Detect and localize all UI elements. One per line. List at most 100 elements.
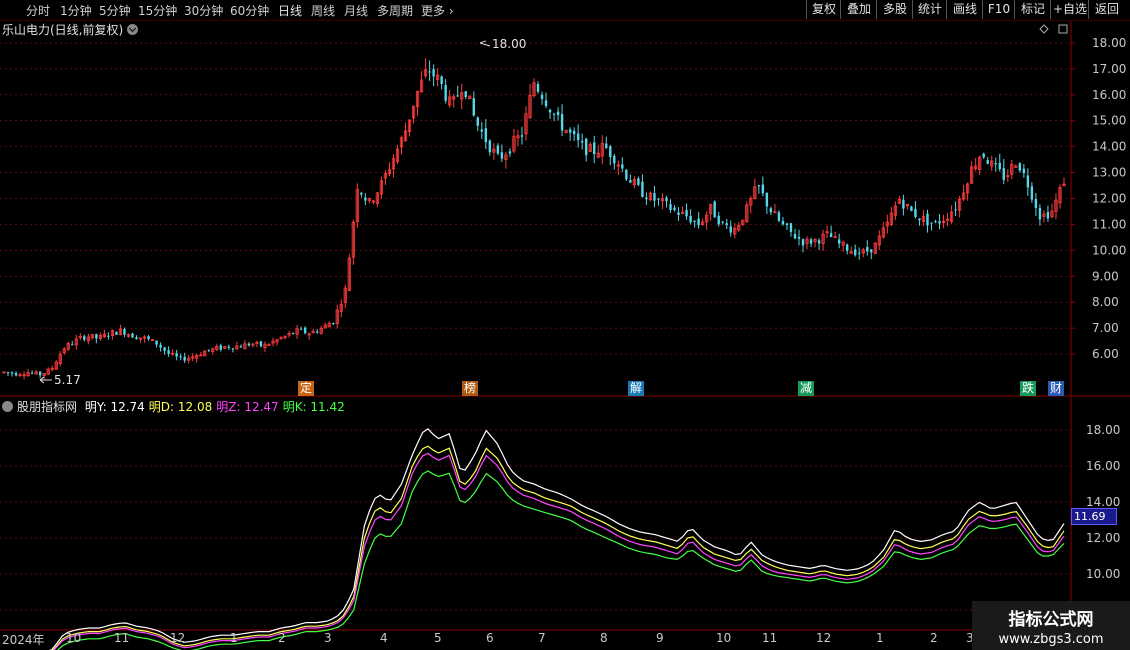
candle-body-216 — [870, 249, 873, 253]
candle-body-165 — [665, 197, 668, 202]
candle-body-253 — [1018, 163, 1022, 171]
candle-body-172 — [693, 220, 696, 222]
candle-body-247 — [994, 163, 997, 165]
event-badge-4[interactable]: 跌 — [1020, 381, 1037, 396]
candle-body-124 — [500, 152, 504, 159]
candle-body-32 — [131, 333, 134, 338]
event-badge-0[interactable]: 定 — [298, 381, 315, 396]
candle-body-51 — [207, 349, 210, 351]
x-axis-label-4: 1 — [230, 631, 238, 645]
candle-body-194 — [781, 220, 785, 225]
x-axis-label-15: 12 — [816, 631, 832, 645]
candle-body-163 — [657, 198, 660, 200]
candle-body-178 — [717, 215, 720, 225]
x-axis-label-11: 8 — [600, 631, 608, 645]
candle-body-244 — [982, 153, 985, 158]
candle-body-38 — [155, 340, 158, 345]
candle-body-143 — [576, 133, 580, 141]
candle-body-152 — [613, 155, 616, 164]
indicator-title: 股朋指标网 明Y: 12.74 明D: 12.08 明Z: 12.47 明K: 11.… — [2, 398, 353, 415]
candle-body-179 — [721, 221, 724, 223]
candle-body-213 — [858, 252, 861, 254]
candle-body-26 — [107, 335, 110, 337]
candle-body-135 — [544, 100, 548, 107]
candle-body-195 — [785, 223, 789, 226]
candle-body-123 — [496, 145, 500, 154]
candle-body-145 — [584, 138, 588, 156]
candle-body-249 — [1002, 168, 1005, 180]
x-axis-label-14: 11 — [762, 631, 778, 645]
candle-body-190 — [765, 193, 769, 207]
indicator-line-2 — [53, 452, 1065, 650]
candle-body-256 — [1030, 186, 1034, 200]
event-badge-1[interactable]: 榜 — [462, 381, 479, 396]
candle-body-44 — [179, 356, 182, 358]
candle-body-36 — [147, 336, 150, 340]
x-axis-label-16: 1 — [876, 631, 884, 645]
candle-body-54 — [219, 345, 223, 350]
candle-body-196 — [789, 223, 793, 232]
indicator-value-2: 明Z: 12.47 — [216, 400, 279, 414]
main-tick-label-2: 16.00 — [1092, 88, 1126, 102]
candle-body-41 — [167, 350, 170, 354]
candle-body-9 — [38, 371, 42, 376]
candle-body-57 — [231, 348, 235, 350]
candle-body-134 — [540, 94, 544, 100]
watermark-line1: 指标公式网 — [1008, 610, 1094, 630]
candle-body-191 — [769, 208, 773, 213]
candle-body-159 — [641, 181, 644, 197]
candle-body-126 — [508, 151, 512, 154]
main-tick-label-3: 15.00 — [1092, 114, 1126, 128]
candle-body-245 — [986, 160, 989, 164]
candle-body-90 — [364, 197, 367, 201]
stock-title-text: 乐山电力(日线,前复权) — [2, 23, 124, 37]
x-axis-label-8: 5 — [434, 631, 442, 645]
candle-body-168 — [677, 212, 680, 216]
indicator-value-3: 明K: 11.42 — [282, 400, 345, 414]
chevron-down-icon[interactable] — [127, 24, 139, 35]
x-axis-label-6: 3 — [324, 631, 332, 645]
candle-body-110 — [444, 85, 447, 101]
candle-body-232 — [934, 221, 937, 223]
candle-body-138 — [556, 111, 560, 116]
candle-body-89 — [360, 192, 363, 195]
ind-tick-label-4: 10.00 — [1086, 567, 1120, 581]
candle-body-210 — [845, 244, 849, 251]
candle-body-158 — [637, 178, 640, 185]
chart-canvas[interactable]: 18.0017.0016.0015.0014.0013.0012.0011.00… — [0, 0, 1130, 650]
x-axis-label-7: 4 — [380, 631, 388, 645]
candle-body-233 — [938, 221, 941, 224]
candle-body-254 — [1022, 168, 1026, 174]
candle-body-61 — [247, 343, 251, 346]
candle-body-258 — [1038, 208, 1042, 220]
candle-body-136 — [548, 109, 552, 113]
candle-body-189 — [761, 184, 765, 194]
candle-body-199 — [801, 239, 805, 246]
candle-body-144 — [580, 140, 584, 143]
candle-body-231 — [930, 222, 933, 224]
main-tick-label-5: 13.00 — [1092, 166, 1126, 180]
x-axis-label-0: 2024年 — [2, 633, 45, 647]
candle-body-177 — [713, 201, 716, 218]
ind-tick-label-3: 12.00 — [1086, 531, 1120, 545]
main-tick-label-10: 8.00 — [1092, 295, 1119, 309]
indicator-name[interactable]: 股朋指标网 — [17, 400, 77, 414]
candle-body-30 — [123, 328, 126, 335]
main-tick-label-6: 12.00 — [1092, 192, 1126, 206]
event-badge-2[interactable]: 解 — [628, 381, 645, 396]
event-badge-5[interactable]: 财 — [1048, 381, 1065, 396]
candle-body-227 — [914, 208, 917, 218]
gear-icon[interactable] — [2, 401, 13, 412]
candle-body-23 — [95, 334, 98, 339]
indicator-value-1: 明D: 12.08 — [148, 400, 213, 414]
event-badge-3[interactable]: 减 — [798, 381, 815, 396]
main-tick-label-12: 6.00 — [1092, 347, 1119, 361]
candle-body-192 — [773, 211, 777, 214]
candle-body-180 — [725, 223, 728, 226]
candle-body-156 — [629, 180, 632, 183]
ind-tick-label-2: 14.00 — [1086, 495, 1120, 509]
stock-title[interactable]: 乐山电力(日线,前复权) — [2, 21, 139, 38]
candle-body-151 — [609, 146, 612, 158]
candle-body-142 — [572, 130, 576, 135]
low-label: 5.17 — [54, 373, 81, 387]
